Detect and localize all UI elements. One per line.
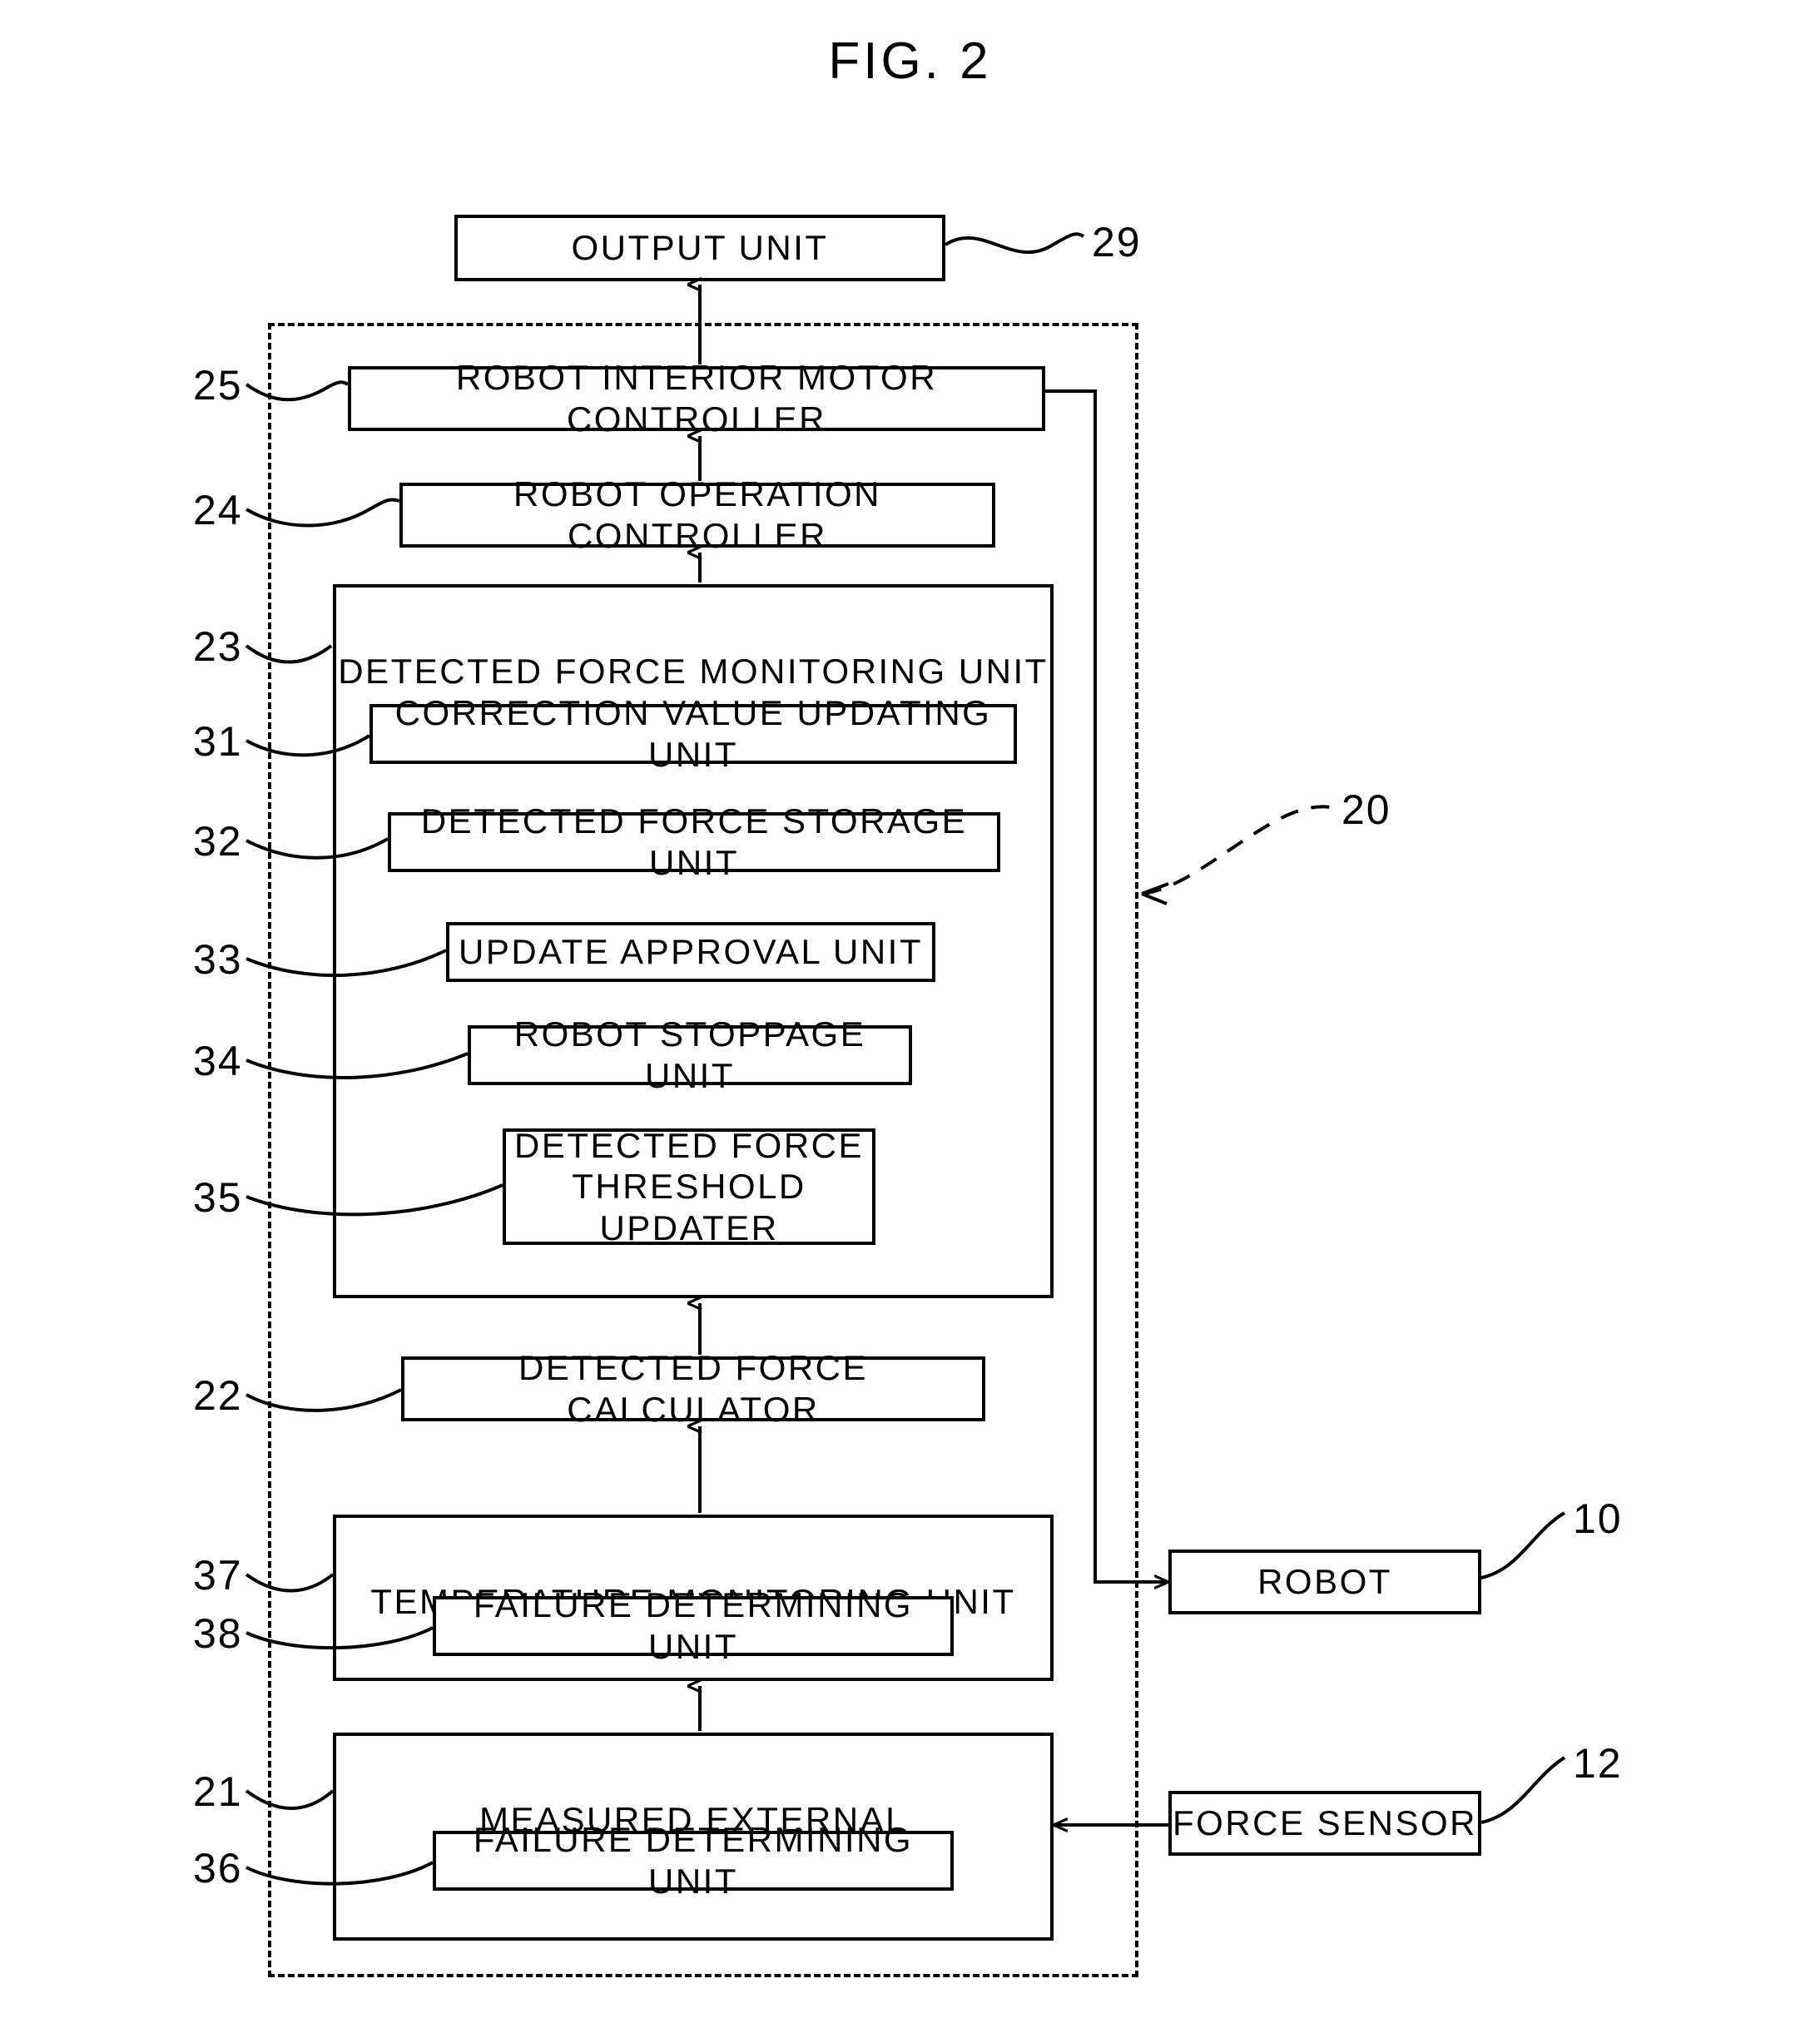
detected-force-threshold-updater-box[interactable]: DETECTED FORCE THRESHOLD UPDATER [503,1126,875,1247]
robot-operation-controller-box[interactable]: ROBOT OPERATION CONTROLLER [399,474,995,555]
leader-10 [1480,1511,1566,1579]
leader-20-arrowhead [1141,882,1169,905]
ref-number-20: 20 [1341,786,1391,833]
ref-number-31: 31 [193,718,243,765]
ref-number-34: 34 [193,1038,243,1084]
update-approval-unit-box[interactable]: UPDATE APPROVAL UNIT [446,922,935,982]
detected-force-storage-unit-box[interactable]: DETECTED FORCE STORAGE UNIT [388,801,1000,882]
ref-number-33: 33 [193,936,243,983]
patent-figure: FIG. 2 OUTPUT UNIT ROBOT INTERIOR MOTOR … [0,0,1820,2033]
detected-force-calculator-box[interactable]: DETECTED FORCE CALCULATOR [401,1348,985,1429]
connector-motor-controller-to-robot-vertical [1093,389,1097,1582]
ref-number-10: 10 [1573,1495,1623,1542]
ref-number-12: 12 [1573,1740,1623,1787]
connector-motor-controller-to-robot-horizontal-top [1045,389,1097,393]
failure-determining-unit-temperature-box[interactable]: FAILURE DETERMINING UNIT [433,1585,954,1666]
output-unit-box[interactable]: OUTPUT UNIT [454,215,945,281]
leader-29 [944,232,1085,255]
ref-number-38: 38 [193,1610,243,1657]
robot-interior-motor-controller-box[interactable]: ROBOT INTERIOR MOTOR CONTROLLER [348,358,1045,439]
robot-stoppage-unit-box[interactable]: ROBOT STOPPAGE UNIT [468,1014,912,1095]
figure-title: FIG. 2 [828,32,992,90]
ref-number-23: 23 [193,623,243,670]
ref-number-24: 24 [193,487,243,533]
ref-number-25: 25 [193,362,243,409]
correction-value-updating-unit-box[interactable]: CORRECTION VALUE UPDATING UNIT [369,693,1017,774]
leader-12 [1480,1756,1566,1824]
connector-force-sensor-to-measured-external-force [1057,1823,1170,1827]
connector-motor-controller-to-robot-horizontal-bottom [1093,1580,1165,1584]
force-sensor-box[interactable]: FORCE SENSOR [1168,1791,1481,1856]
ref-number-29: 29 [1092,219,1142,265]
ref-number-32: 32 [193,818,243,865]
ref-number-21: 21 [193,1768,243,1815]
ref-number-37: 37 [193,1552,243,1599]
failure-determining-unit-force-box[interactable]: FAILURE DETERMINING UNIT [433,1820,954,1901]
ref-number-22: 22 [193,1372,243,1419]
leader-20 [1143,805,1339,895]
ref-number-35: 35 [193,1174,243,1221]
ref-number-36: 36 [193,1845,243,1892]
detected-force-monitoring-unit-label: DETECTED FORCE MONITORING UNIT [338,651,1049,691]
robot-box[interactable]: ROBOT [1168,1550,1481,1614]
